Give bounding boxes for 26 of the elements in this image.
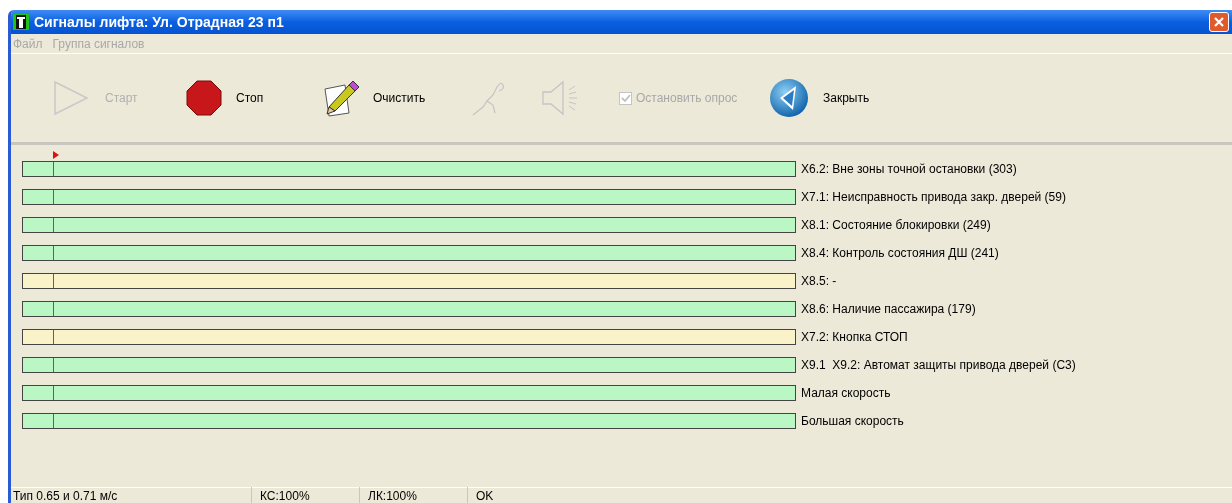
window-title: Сигналы лифта: Ул. Отрадная 23 п1 xyxy=(34,12,284,32)
status-text: Тип 0.65 и 0.71 м/с xyxy=(12,487,119,503)
cursor-marker-icon xyxy=(53,151,59,159)
signal-label: X8.5: - xyxy=(801,273,837,290)
clear-button[interactable]: Очистить xyxy=(321,73,471,123)
status-text: OK xyxy=(467,486,496,503)
stop-sign-icon xyxy=(186,80,222,116)
signal-label: X8.1: Состояние блокировки (249) xyxy=(801,217,991,234)
status-text: ЛК:100% xyxy=(359,486,467,503)
close-button[interactable] xyxy=(1209,12,1229,32)
signal-label: Малая скорость xyxy=(801,385,891,402)
stop-button[interactable]: Стоп xyxy=(186,73,321,123)
pencil-paper-icon xyxy=(321,79,359,117)
close-icon xyxy=(1213,16,1225,28)
signal-label: X8.4: Контроль состояния ДШ (241) xyxy=(801,245,999,262)
status-text: КС:100% xyxy=(251,486,359,503)
signal-label: X8.6: Наличие пассажира (179) xyxy=(801,301,976,318)
signal-label: X7.2: Кнопка СТОП xyxy=(801,329,908,346)
signal-label: X6.2: Вне зоны точной остановки (303) xyxy=(801,161,1017,178)
signal-label: X7.1: Неисправность привода закр. дверей (59) xyxy=(801,189,1066,206)
play-icon xyxy=(51,78,91,118)
app-logo-icon xyxy=(13,14,29,30)
signal-label: X9.1 X9.2: Автомат защиты привода дверей (С3) xyxy=(801,357,1076,374)
signal-label: Большая скорость xyxy=(801,413,904,430)
close-button[interactable]: Закрыть xyxy=(769,73,904,123)
check-icon xyxy=(620,93,631,103)
